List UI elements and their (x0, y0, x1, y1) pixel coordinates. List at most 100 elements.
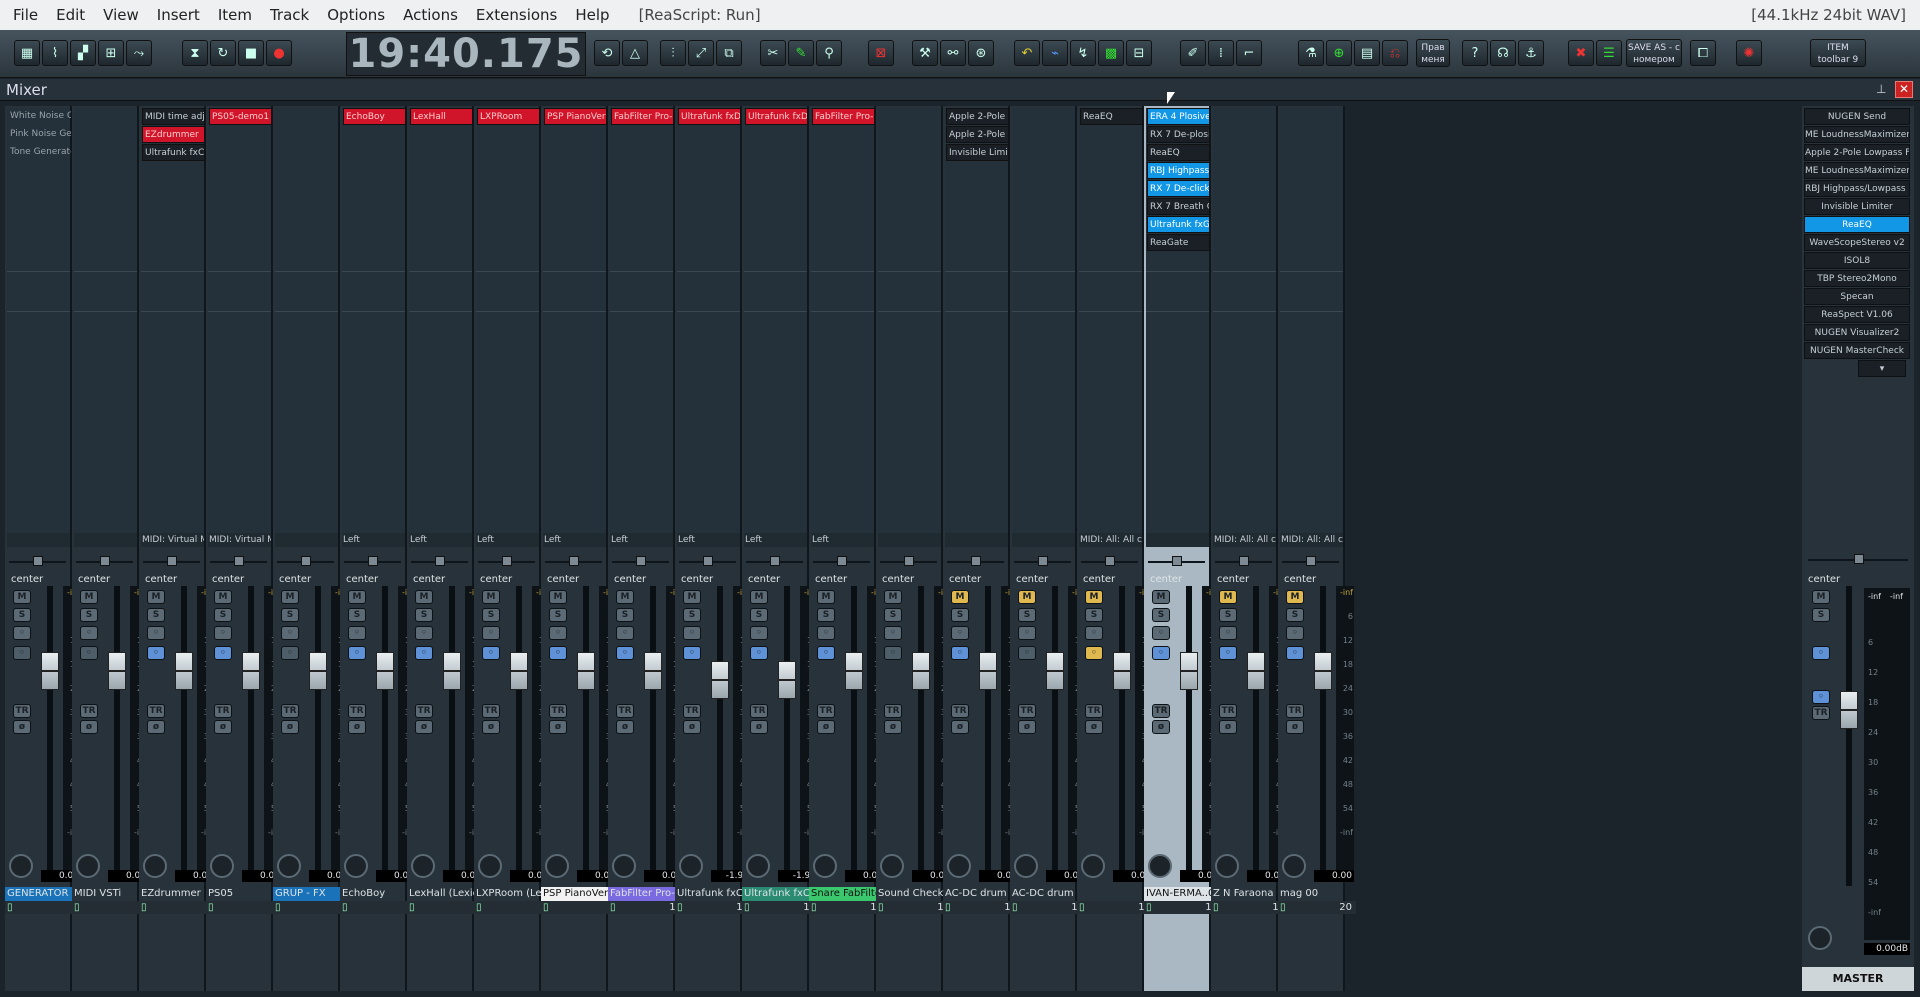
input-routing[interactable] (878, 533, 941, 547)
fx-chain[interactable]: LexHall (409, 108, 473, 533)
input-routing[interactable] (1146, 533, 1209, 547)
volume-fader[interactable] (1113, 652, 1131, 690)
fx-bypass-button[interactable]: ◦ (616, 626, 634, 640)
track-number[interactable]: ▯ 20 (1278, 901, 1356, 914)
width-knob[interactable] (813, 854, 837, 878)
routing-icon[interactable]: ⚯ (940, 40, 966, 66)
phase-button[interactable]: ø (817, 720, 835, 734)
record-arm-button[interactable]: ◦ (281, 646, 299, 660)
width-knob[interactable] (210, 854, 234, 878)
zoom-icon[interactable]: ⚲ (816, 40, 842, 66)
pan-slider[interactable] (1014, 554, 1071, 568)
solo-button[interactable]: S (348, 608, 366, 622)
record-arm-button[interactable]: ◦ (616, 646, 634, 660)
item-toolbar-button[interactable]: ITEM toolbar 9 (1810, 39, 1866, 67)
track-name[interactable]: mag 00 (1278, 887, 1356, 901)
menu-file[interactable]: File (0, 0, 47, 30)
pan-slider[interactable] (478, 554, 535, 568)
fx-slot[interactable]: PSP PianoVerb (544, 108, 607, 125)
volume-fader[interactable] (1314, 652, 1332, 690)
phase-button[interactable]: ø (147, 720, 165, 734)
solo-button[interactable]: S (951, 608, 969, 622)
master-pan-slider[interactable] (1808, 553, 1908, 567)
fx-slot[interactable]: RX 7 De-plosive (1147, 126, 1210, 143)
fx-chain[interactable]: Ultrafunk fxDelay (677, 108, 741, 533)
solo-button[interactable]: S (1219, 608, 1237, 622)
volume-fader[interactable] (644, 652, 662, 690)
record-arm-button[interactable]: ◦ (348, 646, 366, 660)
pan-slider[interactable] (143, 554, 200, 568)
master-solo-button[interactable]: S (1812, 608, 1830, 622)
fx-chain[interactable]: MIDI time adjustmEZdrummerUltrafunk fxCo… (141, 108, 205, 533)
volume-fader[interactable] (711, 661, 729, 699)
add-track-icon[interactable]: ⊕ (1326, 40, 1352, 66)
automation-icon[interactable]: ↯ (1070, 40, 1096, 66)
pan-slider[interactable] (76, 554, 133, 568)
phase-button[interactable]: ø (750, 720, 768, 734)
solo-button[interactable]: S (482, 608, 500, 622)
mute-button[interactable]: M (616, 590, 634, 604)
width-knob[interactable] (1282, 854, 1306, 878)
fx-chain[interactable] (275, 108, 338, 533)
solo-button[interactable]: S (750, 608, 768, 622)
fx-bypass-button[interactable]: ◦ (750, 626, 768, 640)
menu-help[interactable]: Help (566, 0, 618, 30)
fx-bypass-button[interactable]: ◦ (13, 626, 31, 640)
bracket-icon[interactable]: ⌐ (1236, 40, 1262, 66)
mute-button[interactable]: M (750, 590, 768, 604)
solo-button[interactable]: S (214, 608, 232, 622)
solo-button[interactable]: S (147, 608, 165, 622)
prav-menya-button[interactable]: Прав меня (1416, 39, 1450, 67)
master-fx-slot[interactable]: Apple 2-Pole Lowpass Fil (1804, 144, 1910, 161)
fx-bypass-button[interactable]: ◦ (884, 626, 902, 640)
time-display[interactable]: 19:40.175 (346, 31, 586, 77)
snap-icon[interactable]: ⧉ (716, 40, 742, 66)
trim-button[interactable]: TR (817, 704, 835, 718)
screens-icon[interactable]: ⧠ (1690, 40, 1716, 66)
master-fx-button[interactable]: ◦ (1812, 690, 1830, 704)
width-knob[interactable] (880, 854, 904, 878)
trim-button[interactable]: TR (281, 704, 299, 718)
volume-fader[interactable] (309, 652, 327, 690)
record-arm-button[interactable]: ◦ (1219, 646, 1237, 660)
phase-button[interactable]: ø (13, 720, 31, 734)
menu-extensions[interactable]: Extensions (467, 0, 566, 30)
trim-button[interactable]: TR (1085, 704, 1103, 718)
menu-actions[interactable]: Actions (394, 0, 467, 30)
volume-readout[interactable]: 0.00 (1314, 870, 1354, 882)
mute-button[interactable]: M (147, 590, 165, 604)
master-fx-slot[interactable]: ME LoudnessMaximizer (1804, 126, 1910, 143)
mute-button[interactable]: M (549, 590, 567, 604)
fx-bypass-button[interactable]: ◦ (1219, 626, 1237, 640)
mute-button[interactable]: M (214, 590, 232, 604)
input-routing[interactable]: MIDI: Virtual MIDI (208, 533, 271, 547)
volume-fader[interactable] (845, 652, 863, 690)
fx-bypass-button[interactable]: ◦ (683, 626, 701, 640)
input-routing[interactable]: MIDI: All: All chann (1213, 533, 1276, 547)
fx-slot[interactable]: ReaEQ (1080, 108, 1143, 125)
record-arm-button[interactable]: ◦ (549, 646, 567, 660)
width-knob[interactable] (746, 854, 770, 878)
record-arm-button[interactable]: ◦ (951, 646, 969, 660)
fx-bypass-button[interactable]: ◦ (482, 626, 500, 640)
fx-slot[interactable]: ERA 4 Plosive Rei (1147, 108, 1210, 125)
region-icon[interactable]: ⊟ (1126, 40, 1152, 66)
fx-chain[interactable]: LXPRoom (476, 108, 540, 533)
fx-bypass-button[interactable]: ◦ (817, 626, 835, 640)
fx-slot[interactable]: Invisible Limiter G (946, 144, 1009, 161)
record-arm-button[interactable]: ◦ (817, 646, 835, 660)
fx-slot[interactable]: White Noise Gene (8, 108, 71, 125)
volume-fader[interactable] (577, 652, 595, 690)
dots-grid-icon[interactable]: ⁞ (1208, 40, 1234, 66)
record-arm-button[interactable]: ◦ (1152, 646, 1170, 660)
fx-chain[interactable] (1280, 108, 1343, 533)
input-routing[interactable] (7, 533, 70, 547)
pan-slider[interactable] (210, 554, 267, 568)
ripple-icon[interactable]: ⤳ (126, 40, 152, 66)
phase-button[interactable]: ø (616, 720, 634, 734)
trim-button[interactable]: TR (482, 704, 500, 718)
solo-button[interactable]: S (281, 608, 299, 622)
master-fx-slot[interactable]: WaveScopeStereo v2 (1804, 234, 1910, 251)
mute-button[interactable]: M (80, 590, 98, 604)
master-name[interactable]: MASTER (1802, 967, 1914, 991)
